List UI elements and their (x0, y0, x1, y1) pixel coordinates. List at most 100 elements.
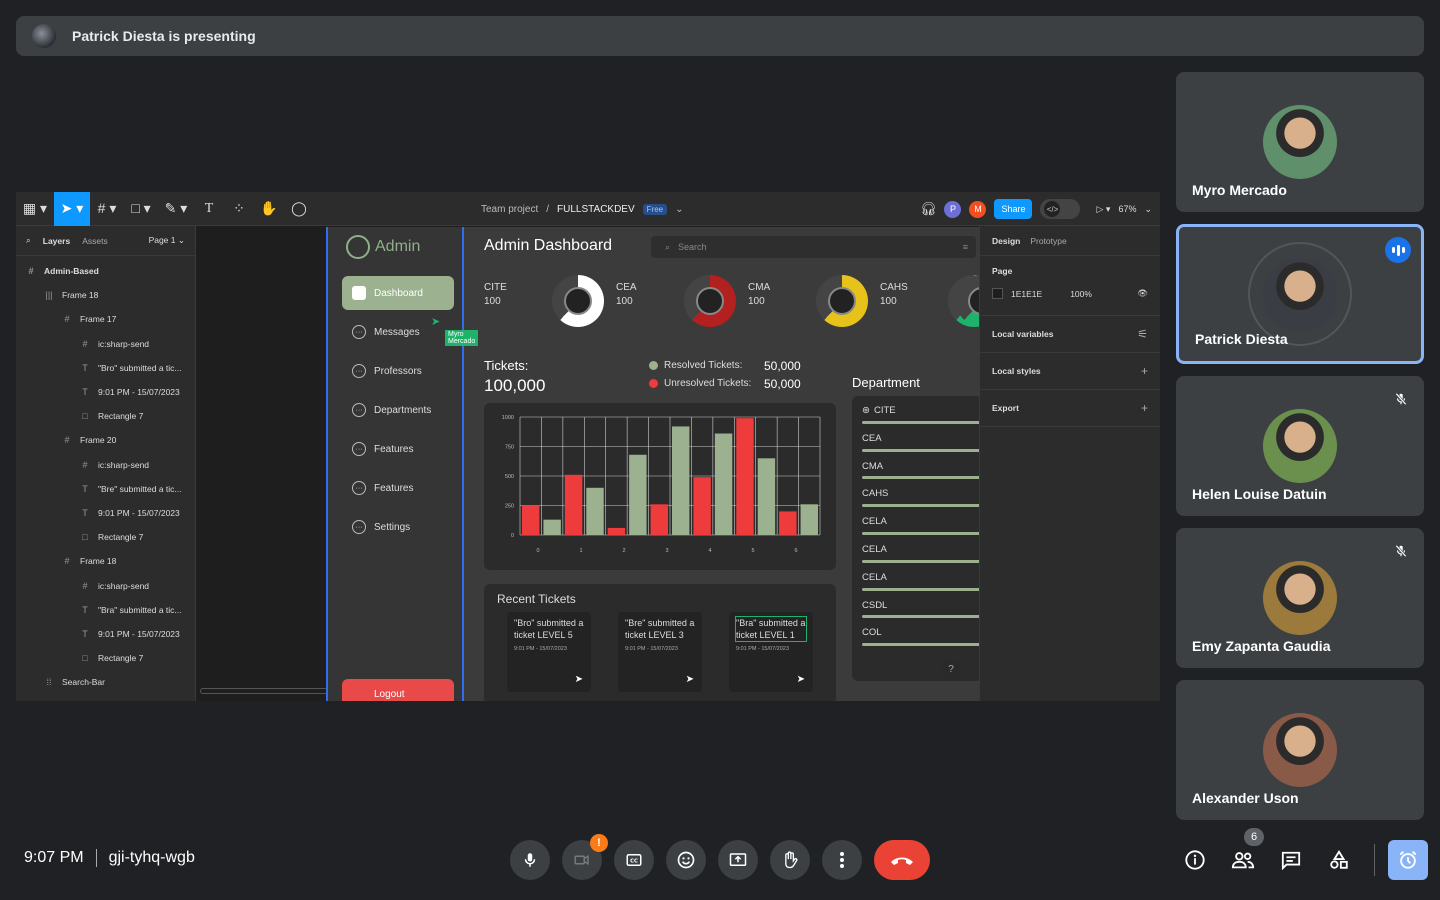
participant-tile[interactable]: Helen Louise Datuin (1176, 376, 1424, 516)
department-item[interactable]: COL (862, 622, 979, 650)
filter-icon[interactable]: ≡ (963, 242, 968, 252)
share-button[interactable]: Share (994, 199, 1033, 219)
sidebar-item-features[interactable]: ··· Features (342, 471, 454, 505)
department-item[interactable]: CEA (862, 428, 979, 456)
department-item[interactable]: CMA (862, 456, 979, 484)
local-styles-row[interactable]: Local styles + (980, 353, 1160, 390)
camera-button[interactable]: ! (562, 834, 608, 880)
sidebar-item-features[interactable]: ··· Features (342, 432, 454, 466)
zoom-level[interactable]: 67% (1118, 204, 1136, 214)
layer-item[interactable]: # ic:sharp-send (16, 453, 195, 477)
pen-tool-icon[interactable]: ✎ ▾ (158, 192, 194, 226)
file-name[interactable]: FULLSTACKDEV (557, 204, 635, 215)
participant-tile[interactable]: Patrick Diesta (1176, 224, 1424, 364)
sidebar-item-professors[interactable]: ··· Professors (342, 354, 454, 388)
participant-tile[interactable]: Emy Zapanta Gaudia (1176, 528, 1424, 668)
plus-icon[interactable]: + (1141, 401, 1148, 415)
send-icon[interactable]: ➤ (686, 674, 694, 686)
department-item[interactable]: CSDL (862, 595, 979, 623)
page-color-swatch[interactable] (992, 288, 1003, 299)
layer-item[interactable]: # ic:sharp-send (16, 332, 195, 356)
help-button[interactable]: ? (941, 659, 961, 679)
participant-tile[interactable]: Alexander Uson (1176, 680, 1424, 820)
text-tool-icon[interactable]: T (194, 192, 224, 226)
layer-item[interactable]: # Frame 18 (16, 549, 195, 573)
present-button[interactable] (718, 840, 758, 880)
ticket-card[interactable]: "Bro" submitted a ticket LEVEL 5 9:01 PM … (507, 612, 591, 692)
end-call-button[interactable] (874, 840, 930, 880)
layer-item[interactable]: # Admin-Based (16, 259, 195, 283)
layer-item[interactable]: # Frame 20 (16, 428, 195, 452)
hand-tool-icon[interactable]: ✋ (254, 192, 284, 226)
layer-item[interactable]: T 9:01 PM - 15/07/2023 (16, 622, 195, 646)
sidebar-item-settings[interactable]: ··· Settings (342, 510, 454, 544)
chat-button[interactable] (1271, 840, 1311, 880)
sidebar-item-departments[interactable]: ··· Departments (342, 393, 454, 427)
move-tool-icon[interactable]: ➤ ▾ (54, 192, 90, 226)
layer-item[interactable]: # ic:sharp-send (16, 573, 195, 597)
department-item[interactable]: CELA (862, 567, 979, 595)
components-icon[interactable]: ⁘ (224, 192, 254, 226)
layer-item[interactable]: T "Bro" submitted a tic... (16, 356, 195, 380)
send-icon[interactable]: ➤ (575, 674, 583, 686)
layer-item[interactable]: □ Rectangle 7 (16, 404, 195, 428)
headphones-icon[interactable]: 🎧︎ (920, 201, 937, 217)
logout-button[interactable]: Logout (342, 679, 454, 701)
department-item[interactable]: CELA (862, 539, 979, 567)
department-item[interactable]: CELA (862, 511, 979, 539)
layer-item[interactable]: # Frame 17 (16, 307, 195, 331)
shape-tool-icon[interactable]: □ ▾ (124, 192, 158, 226)
layer-item[interactable]: ||| Frame 18 (16, 283, 195, 307)
page-color-value[interactable]: 1E1E1E (1011, 289, 1042, 299)
sidebar-item-dashboard[interactable]: Dashboard (342, 276, 454, 310)
figma-menu-icon[interactable]: ▦ ▾ (16, 192, 54, 226)
ticket-card[interactable]: "Bre" submitted a ticket LEVEL 3 9:01 PM … (618, 612, 702, 692)
page-selector[interactable]: Page 1 ⌄ (149, 235, 185, 246)
local-variables-row[interactable]: Local variables ⚟ (980, 316, 1160, 353)
tab-prototype[interactable]: Prototype (1030, 236, 1066, 246)
sliders-icon[interactable]: ⚟ (1137, 327, 1148, 341)
department-item[interactable]: CAHS (862, 483, 979, 511)
layer-item[interactable]: T "Bre" submitted a tic... (16, 477, 195, 501)
shared-screen[interactable]: ▦ ▾ ➤ ▾ # ▾ □ ▾ ✎ ▾ T ⁘ ✋ ◯ Team project… (16, 192, 1160, 701)
raise-hand-button[interactable] (770, 840, 810, 880)
layer-item[interactable]: ⁞⁞ Search-Bar (16, 670, 195, 694)
more-options-button[interactable] (822, 840, 862, 880)
file-breadcrumb[interactable]: Team project / FULLSTACKDEV Free ⌄ (481, 192, 684, 226)
team-name[interactable]: Team project (481, 204, 538, 215)
chevron-down-icon[interactable]: ⌄ (675, 204, 683, 215)
host-controls-button[interactable] (1388, 840, 1428, 880)
meeting-details-button[interactable] (1175, 840, 1215, 880)
tab-design[interactable]: Design (992, 236, 1020, 246)
plus-icon[interactable]: + (1141, 364, 1148, 378)
activities-button[interactable] (1319, 840, 1359, 880)
layer-item[interactable]: T 9:01 PM - 15/07/2023 (16, 501, 195, 525)
layer-item[interactable]: □ Rectangle 7 (16, 646, 195, 670)
ticket-card[interactable]: "Bra" submitted a ticket LEVEL 1 9:01 PM … (729, 612, 813, 692)
people-button[interactable] (1223, 840, 1263, 880)
emoji-button[interactable] (666, 840, 706, 880)
dev-mode-toggle[interactable]: </> (1040, 199, 1081, 219)
page-opacity[interactable]: 100% (1070, 289, 1092, 299)
frame-tool-icon[interactable]: # ▾ (90, 192, 124, 226)
mic-button[interactable] (510, 840, 550, 880)
participant-tile[interactable]: Myro Mercado (1176, 72, 1424, 212)
avatar-p[interactable]: P (944, 200, 962, 218)
layer-item[interactable]: □ Rectangle 7 (16, 525, 195, 549)
eye-icon[interactable]: 👁︎ (1137, 288, 1148, 299)
export-row[interactable]: Export + (980, 390, 1160, 427)
search-input[interactable]: ⌕ Search ≡ (651, 236, 976, 258)
play-icon[interactable]: ▷ ▾ (1096, 204, 1110, 215)
comment-tool-icon[interactable]: ◯ (284, 192, 314, 226)
send-icon[interactable]: ➤ (797, 674, 805, 686)
admin-frame[interactable]: Admin Dashboard ··· Messages ··· Professors ·… (326, 227, 979, 701)
tab-layers[interactable]: Layers (43, 236, 70, 246)
department-item[interactable]: ⊛ CITE (862, 400, 979, 428)
layer-item[interactable]: T 9:01 PM - 15/07/2023 (16, 380, 195, 404)
search-icon[interactable]: ⌕ (26, 235, 31, 246)
avatar-m[interactable]: M (969, 200, 987, 218)
captions-button[interactable]: CC (614, 840, 654, 880)
tab-assets[interactable]: Assets (82, 236, 108, 246)
layer-item[interactable]: T "Bra" submitted a tic... (16, 598, 195, 622)
chevron-down-icon[interactable]: ⌄ (1144, 204, 1152, 215)
